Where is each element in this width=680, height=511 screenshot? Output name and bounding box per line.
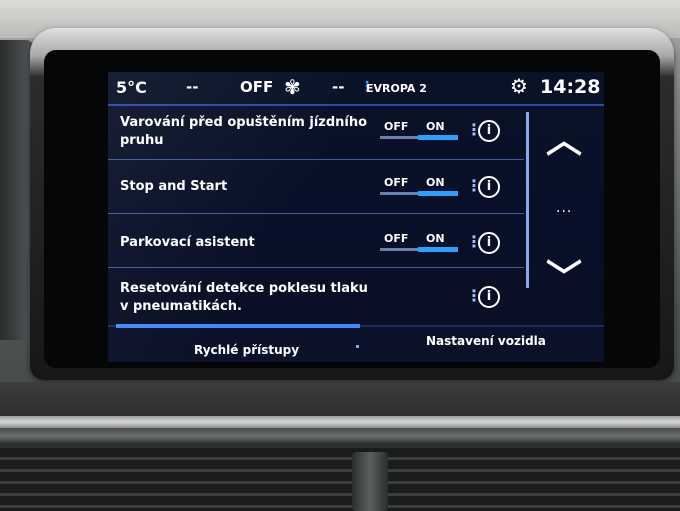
vent-adjust-knob[interactable] [352, 452, 388, 511]
outside-temperature: 5°C [116, 78, 147, 97]
toggle-off-label[interactable]: OFF [384, 120, 408, 133]
list-item-tire-pressure-reset[interactable]: Resetování detekce poklesu tlaku v pneum… [108, 268, 524, 324]
toggle-on-label[interactable]: ON [426, 232, 445, 245]
list-item-lane-departure[interactable]: Varování před opuštěním jízdního pruhu O… [108, 106, 524, 160]
info-icon[interactable]: i [478, 120, 500, 142]
toggle-active-indicator [418, 135, 458, 140]
info-icon[interactable]: i [478, 176, 500, 198]
clock: 14:28 [540, 76, 601, 98]
left-air-vent [0, 40, 34, 340]
scrollbar[interactable] [526, 112, 529, 288]
tab-separator-dot [356, 345, 359, 348]
info-icon[interactable]: i [478, 232, 500, 254]
gear-icon[interactable]: ⚙ [510, 74, 528, 98]
setting-label: Varování před opuštěním jízdního pruhu [120, 115, 368, 148]
infotainment-screen: 5°C -- OFF ✾ -- ⋮ EVROPA 2 ⚙ 14:28 Varov… [108, 72, 604, 362]
parking-assist-toggle[interactable]: OFF ON [380, 232, 460, 252]
radio-station[interactable]: EVROPA 2 [366, 82, 427, 95]
toggle-off-label[interactable]: OFF [384, 176, 408, 189]
stop-start-toggle[interactable]: OFF ON [380, 176, 460, 196]
active-tab-indicator [116, 324, 360, 328]
climate-right-setting[interactable]: -- [332, 78, 344, 96]
ac-status[interactable]: OFF [240, 78, 273, 96]
tab-vehicle-settings[interactable]: Nastavení vozidla [426, 334, 546, 348]
scrollbar-thumb[interactable] [526, 112, 529, 288]
toggle-off-label[interactable]: OFF [384, 232, 408, 245]
toggle-on-label[interactable]: ON [426, 120, 445, 133]
toggle-active-indicator [418, 247, 458, 252]
toggle-on-label[interactable]: ON [426, 176, 445, 189]
tab-quick-access[interactable]: Rychlé přístupy [194, 343, 299, 357]
fan-icon[interactable]: ✾ [284, 75, 301, 99]
toggle-active-indicator [418, 191, 458, 196]
setting-label: Stop and Start [120, 179, 228, 194]
chrome-trim-strip [0, 416, 680, 428]
chevron-down-icon[interactable]: ﹀ [542, 261, 586, 297]
list-item-parking-assist[interactable]: Parkovací asistent OFF ON ⋮ i [108, 214, 524, 268]
climate-left-setting[interactable]: -- [186, 78, 198, 96]
center-air-vent [0, 448, 680, 511]
list-item-stop-start[interactable]: Stop and Start OFF ON ⋮ i [108, 160, 524, 214]
status-bar: 5°C -- OFF ✾ -- ⋮ EVROPA 2 ⚙ 14:28 [108, 72, 604, 104]
chevron-up-icon[interactable]: ︿ [542, 123, 586, 159]
lane-departure-toggle[interactable]: OFF ON [380, 120, 460, 140]
setting-label: Resetování detekce poklesu tlaku v pneum… [120, 281, 368, 314]
more-pages-icon: ... [556, 200, 573, 216]
setting-label: Parkovací asistent [120, 235, 255, 250]
info-icon[interactable]: i [478, 286, 500, 308]
